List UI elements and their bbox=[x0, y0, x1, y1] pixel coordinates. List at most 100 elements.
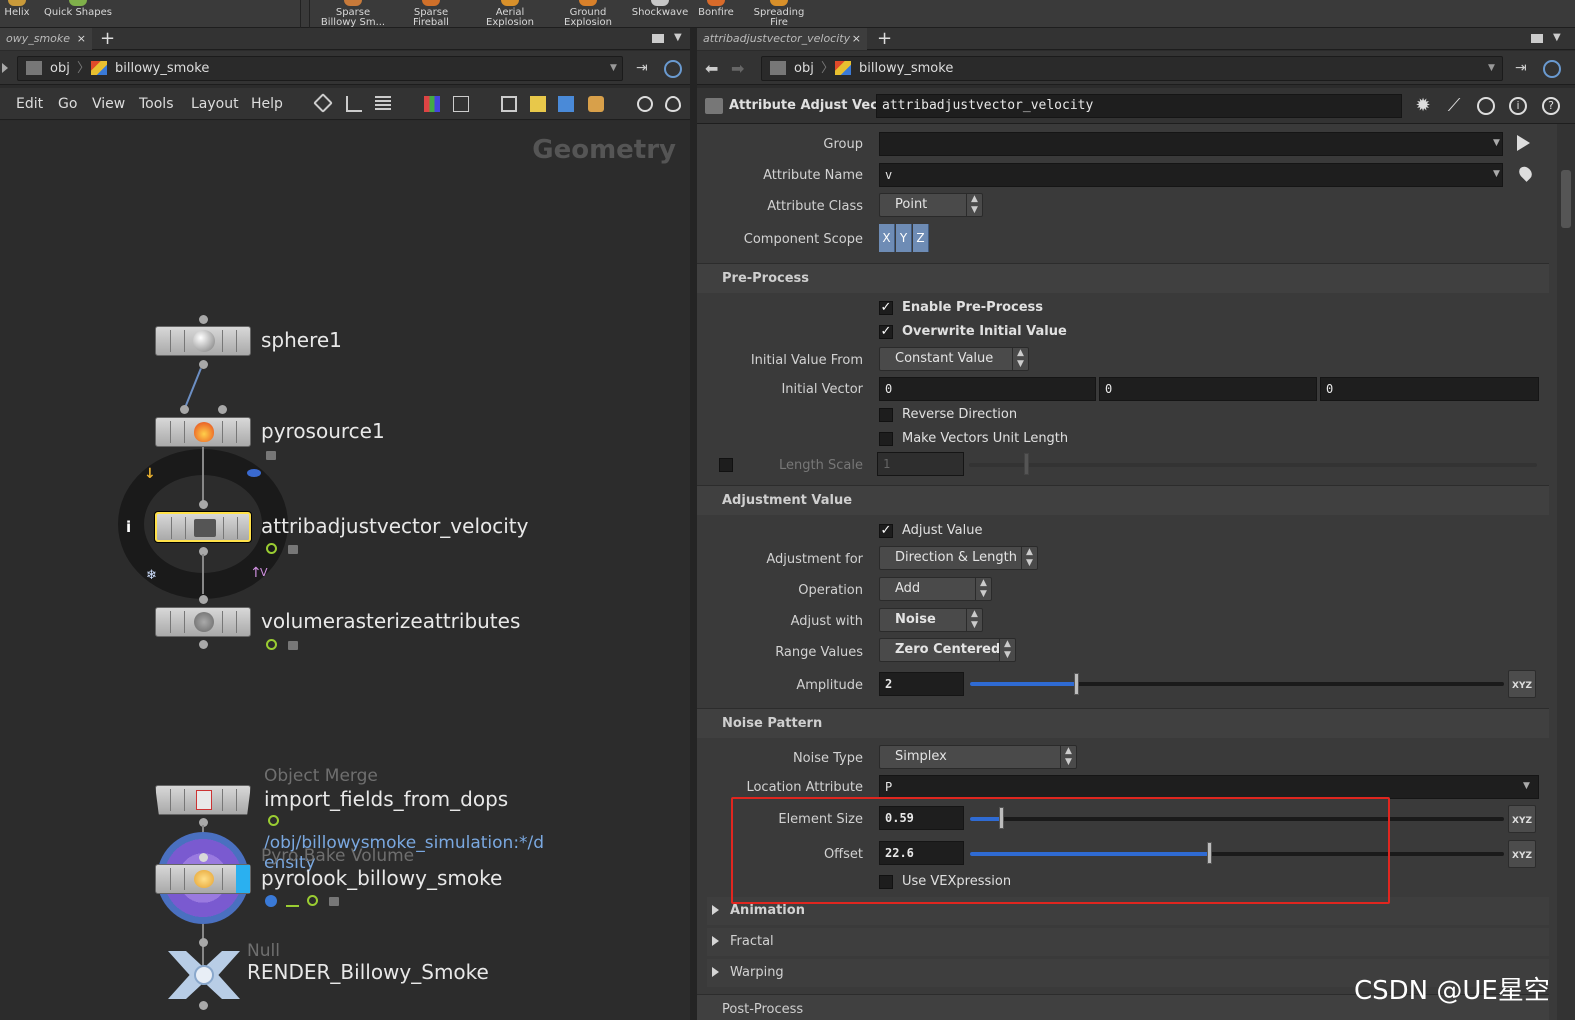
wire[interactable] bbox=[202, 447, 204, 507]
shelf-tool-bonfire[interactable]: Bonfire bbox=[696, 0, 736, 28]
adjustment-for-dropdown[interactable]: Direction & Length ▲ ▼ bbox=[879, 546, 1038, 570]
brush-icon[interactable]: ⟋ bbox=[1444, 96, 1464, 116]
shelf-tool-shockwave[interactable]: Shockwave bbox=[630, 0, 690, 28]
grid-icon[interactable] bbox=[453, 96, 469, 112]
group-dropdown-icon[interactable]: ▼ bbox=[1493, 138, 1500, 148]
tab-parameters[interactable]: attribadjustvector_velocity × bbox=[697, 28, 867, 50]
path-node[interactable]: billowy_smoke bbox=[859, 57, 953, 80]
close-icon[interactable]: × bbox=[77, 28, 86, 50]
scrollbar-thumb[interactable] bbox=[1561, 170, 1571, 228]
bundle-icon[interactable] bbox=[588, 96, 604, 112]
location-pin-icon[interactable] bbox=[1516, 164, 1535, 182]
length-scale-field[interactable]: 1 bbox=[877, 452, 964, 476]
menu-help[interactable]: Help bbox=[251, 88, 283, 120]
attribute-class-dropdown[interactable]: Point ▲ ▼ bbox=[879, 193, 983, 217]
pane-menu-icon[interactable]: ▼ bbox=[674, 32, 682, 43]
noise-type-dropdown[interactable]: Simplex ▲ ▼ bbox=[879, 745, 1077, 769]
folder-fractal[interactable]: Fractal bbox=[707, 928, 1549, 956]
path-obj[interactable]: obj bbox=[50, 57, 70, 80]
shelf-tool-quick-shapes[interactable]: Quick Shapes bbox=[42, 0, 114, 28]
output-connector[interactable] bbox=[199, 1001, 208, 1010]
wrench-icon[interactable] bbox=[313, 93, 333, 113]
node-label-import-fields-from-dops[interactable]: import_fields_from_dops bbox=[264, 787, 508, 811]
shelf-tool-sparse-fireball[interactable]: Sparse Fireball bbox=[404, 0, 458, 28]
lock-icon[interactable] bbox=[288, 641, 298, 650]
export-icon[interactable] bbox=[286, 895, 299, 907]
info-icon[interactable]: i bbox=[1509, 97, 1527, 115]
pane-divider[interactable] bbox=[690, 28, 697, 1020]
search-icon[interactable] bbox=[1477, 97, 1495, 115]
link-icon[interactable] bbox=[664, 60, 682, 78]
element-size-xyz-button[interactable]: XYZ bbox=[1508, 805, 1536, 833]
overwrite-initial-value-checkbox[interactable]: ✓ bbox=[879, 325, 893, 339]
initial-vector-y-field[interactable]: 0 bbox=[1099, 377, 1317, 401]
add-tab-icon[interactable]: + bbox=[877, 28, 892, 50]
shelf-tool-ground-explosion[interactable]: Ground Explosion bbox=[560, 0, 616, 28]
node-label-volumerasterizeattributes[interactable]: volumerasterizeattributes bbox=[261, 609, 520, 633]
network-box-icon[interactable] bbox=[501, 96, 517, 112]
tab-network[interactable]: owy_smoke × bbox=[0, 28, 92, 50]
attribute-name-dropdown-icon[interactable]: ▼ bbox=[1493, 169, 1500, 179]
template-flag-eye-icon[interactable] bbox=[247, 469, 261, 477]
input-connector[interactable] bbox=[199, 595, 208, 604]
shelf-tool-helix[interactable]: Helix bbox=[2, 0, 32, 28]
adjust-value-checkbox[interactable]: ✓ bbox=[879, 524, 893, 538]
eye-icon[interactable] bbox=[665, 96, 681, 112]
output-connector[interactable] bbox=[199, 640, 208, 649]
list-icon[interactable] bbox=[375, 96, 391, 112]
make-vectors-unit-length-checkbox[interactable] bbox=[879, 432, 893, 446]
tree-icon[interactable] bbox=[346, 96, 362, 112]
input-connector[interactable] bbox=[199, 500, 208, 509]
enable-preprocess-checkbox[interactable]: ✓ bbox=[879, 301, 893, 315]
bypass-check-icon[interactable] bbox=[307, 895, 318, 906]
menu-go[interactable]: Go bbox=[58, 88, 77, 120]
pane-maximize-icon[interactable] bbox=[1531, 34, 1543, 43]
info-badge-icon[interactable] bbox=[265, 895, 277, 907]
network-editor[interactable]: Geometry sphere1 pyrosource1 ↓ i ❄ ↑ V a… bbox=[0, 121, 690, 1020]
add-tab-icon[interactable]: + bbox=[100, 28, 115, 50]
pane-menu-icon[interactable]: ▼ bbox=[1553, 32, 1561, 43]
close-icon[interactable]: × bbox=[852, 28, 861, 50]
group-field[interactable] bbox=[879, 132, 1503, 156]
display-flag-icon[interactable]: ↓ bbox=[144, 466, 156, 482]
node-pyrosource1[interactable] bbox=[155, 417, 251, 447]
left-path-field[interactable]: obj 〉 billowy_smoke ▼ bbox=[17, 56, 623, 81]
display-flag[interactable] bbox=[236, 865, 250, 893]
node-label-attribadjustvector-velocity[interactable]: attribadjustvector_velocity bbox=[261, 514, 528, 538]
gear-icon[interactable]: ✹ bbox=[1413, 96, 1433, 116]
node-name-field[interactable]: attribadjustvector_velocity bbox=[876, 94, 1402, 118]
pin-icon[interactable]: ⇥ bbox=[636, 60, 654, 76]
input-connector[interactable] bbox=[218, 405, 227, 414]
initial-value-from-dropdown[interactable]: Constant Value ▲ ▼ bbox=[879, 347, 1029, 371]
reverse-direction-checkbox[interactable] bbox=[879, 408, 893, 422]
image-icon[interactable] bbox=[558, 96, 574, 112]
info-icon[interactable]: i bbox=[126, 518, 131, 536]
menu-edit[interactable]: Edit bbox=[16, 88, 43, 120]
amplitude-slider-handle[interactable] bbox=[1073, 673, 1079, 695]
bypass-check-icon[interactable] bbox=[266, 543, 277, 554]
node-import-fields-from-dops[interactable] bbox=[155, 785, 251, 815]
input-connector[interactable] bbox=[180, 405, 189, 414]
back-arrow-icon[interactable]: ⬅ bbox=[705, 59, 718, 78]
freeze-icon[interactable]: ❄ bbox=[146, 568, 157, 583]
operation-dropdown[interactable]: Add ▲ ▼ bbox=[879, 577, 992, 601]
path-node[interactable]: billowy_smoke bbox=[115, 57, 209, 80]
search-icon[interactable] bbox=[637, 96, 653, 112]
node-label-sphere1[interactable]: sphere1 bbox=[261, 328, 342, 352]
amplitude-slider[interactable] bbox=[970, 682, 1504, 686]
amplitude-field[interactable]: 2 bbox=[879, 672, 964, 696]
shelf-tool-sparse-billowy-smoke[interactable]: Sparse Billowy Sm... bbox=[318, 0, 388, 28]
node-label-pyrolook-billowy-smoke[interactable]: pyrolook_billowy_smoke bbox=[261, 866, 502, 890]
path-obj[interactable]: obj bbox=[794, 57, 814, 80]
location-attribute-field[interactable]: P bbox=[879, 775, 1539, 799]
input-connector[interactable] bbox=[199, 853, 208, 862]
select-arrow-icon[interactable] bbox=[1517, 135, 1530, 151]
wire[interactable] bbox=[202, 554, 204, 594]
shelf-tool-spreading-fire[interactable]: Spreading Fire bbox=[752, 0, 806, 28]
amplitude-xyz-button[interactable]: XYZ bbox=[1508, 670, 1536, 698]
sticky-note-icon[interactable] bbox=[530, 96, 546, 112]
bypass-check-icon[interactable] bbox=[266, 639, 277, 650]
help-icon[interactable]: ? bbox=[1542, 97, 1560, 115]
path-dropdown-icon[interactable]: ▼ bbox=[1488, 57, 1495, 80]
lock-icon[interactable] bbox=[288, 545, 298, 554]
